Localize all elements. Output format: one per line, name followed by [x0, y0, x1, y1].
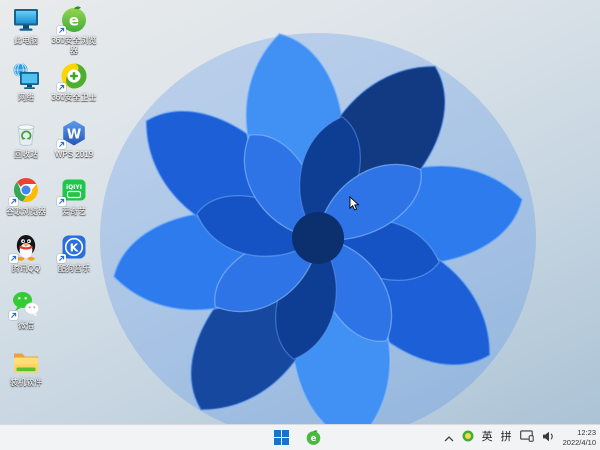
clock-date: 2022/4/10 — [562, 437, 596, 447]
taskbar-center: e — [271, 425, 323, 450]
wps-icon: W — [57, 118, 89, 149]
desktop-icon-label: 微信 — [18, 321, 34, 330]
desktop-icon-grid: 此电脑 网络 回收站 谷歌浏览器 腾讯QQ 微信 装机软件 e 360安全浏览器… — [2, 4, 98, 403]
iqiyi-icon: iQIYI — [57, 175, 89, 206]
desktop-icon-label: WPS 2019 — [54, 150, 94, 159]
svg-text:e: e — [310, 434, 316, 444]
desktop-icon-label: 回收站 — [14, 150, 38, 159]
desktop-icon-360-safety[interactable]: 360安全卫士 — [50, 61, 98, 118]
360-safety-tray-icon — [462, 430, 474, 441]
qq-penguin-icon — [9, 232, 41, 263]
recycle-bin-icon — [11, 118, 41, 148]
svg-text:iQIYI: iQIYI — [66, 184, 82, 191]
this-pc-icon — [11, 4, 41, 34]
svg-text:K: K — [70, 242, 79, 255]
tray-display[interactable] — [519, 429, 534, 447]
shortcut-arrow-icon — [9, 311, 18, 320]
desktop-icon-label: 酷狗音乐 — [58, 264, 90, 273]
desktop-icon-label: 谷歌浏览器 — [6, 207, 46, 216]
tray-clock[interactable]: 12:23 2022/4/10 — [563, 428, 596, 447]
desktop-icon-wps[interactable]: W WPS 2019 — [50, 118, 98, 175]
wechat-icon — [9, 289, 41, 320]
ime-pinyin-indicator[interactable]: 拼 — [501, 432, 512, 443]
start-button[interactable] — [271, 428, 291, 448]
tray-chevron-up[interactable] — [444, 429, 454, 447]
svg-text:e: e — [69, 12, 79, 30]
desktop-icon-label: 腾讯QQ — [11, 264, 41, 273]
taskbar-app-360-browser[interactable]: e — [303, 428, 323, 448]
desktop-icon-iqiyi[interactable]: iQIYI 爱奇艺 — [50, 175, 98, 232]
chevron-up-icon — [444, 435, 454, 441]
360-browser-icon: e — [57, 4, 89, 35]
desktop-icon-recycle-bin[interactable]: 回收站 — [2, 118, 50, 175]
shortcut-arrow-icon — [57, 83, 66, 92]
360-safety-icon — [57, 61, 89, 92]
desktop-icon-chrome[interactable]: 谷歌浏览器 — [2, 175, 50, 232]
desktop-icon-this-pc[interactable]: 此电脑 — [2, 4, 50, 61]
kugou-icon: K — [57, 232, 89, 263]
360-browser-icon: e — [306, 430, 320, 445]
shortcut-arrow-icon — [57, 26, 66, 35]
shortcut-arrow-icon — [9, 197, 18, 206]
shortcut-arrow-icon — [57, 254, 66, 263]
windows-logo-icon — [273, 430, 289, 445]
desktop-icon-label: 360安全卫士 — [51, 93, 97, 102]
desktop-icon-label: 网络 — [18, 93, 34, 102]
shortcut-arrow-icon — [9, 254, 18, 263]
desktop: 此电脑 网络 回收站 谷歌浏览器 腾讯QQ 微信 装机软件 e 360安全浏览器… — [0, 0, 600, 450]
monitor-phone-icon — [519, 429, 534, 442]
mouse-cursor — [349, 196, 360, 211]
chrome-icon — [9, 175, 41, 206]
desktop-icon-label: 此电脑 — [14, 36, 38, 45]
desktop-icon-label: 装机软件 — [10, 378, 42, 387]
desktop-icon-label: 爱奇艺 — [62, 207, 86, 216]
desktop-icon-qq[interactable]: 腾讯QQ — [2, 232, 50, 289]
shortcut-arrow-icon — [57, 140, 66, 149]
desktop-icon-software-folder[interactable]: 装机软件 — [2, 346, 50, 403]
clock-time: 12:23 — [577, 428, 596, 438]
desktop-icon-360-browser[interactable]: e 360安全浏览器 — [50, 4, 98, 61]
desktop-icon-label: 360安全浏览器 — [51, 36, 97, 55]
tray-volume[interactable] — [542, 429, 555, 447]
desktop-icon-kugou[interactable]: K 酷狗音乐 — [50, 232, 98, 289]
ime-english-indicator[interactable]: 英 — [482, 432, 493, 443]
svg-text:W: W — [67, 128, 81, 143]
speaker-icon — [542, 431, 553, 441]
system-tray: 英 拼 12:23 2022/4/10 — [444, 425, 596, 450]
taskbar: e 英 拼 12:23 2022/4/10 — [0, 424, 600, 450]
tray-360-safety[interactable] — [462, 429, 474, 447]
network-icon — [11, 61, 41, 91]
shortcut-arrow-icon — [57, 197, 66, 206]
desktop-icon-wechat[interactable]: 微信 — [2, 289, 50, 346]
desktop-icon-network[interactable]: 网络 — [2, 61, 50, 118]
folder-icon — [11, 346, 41, 376]
